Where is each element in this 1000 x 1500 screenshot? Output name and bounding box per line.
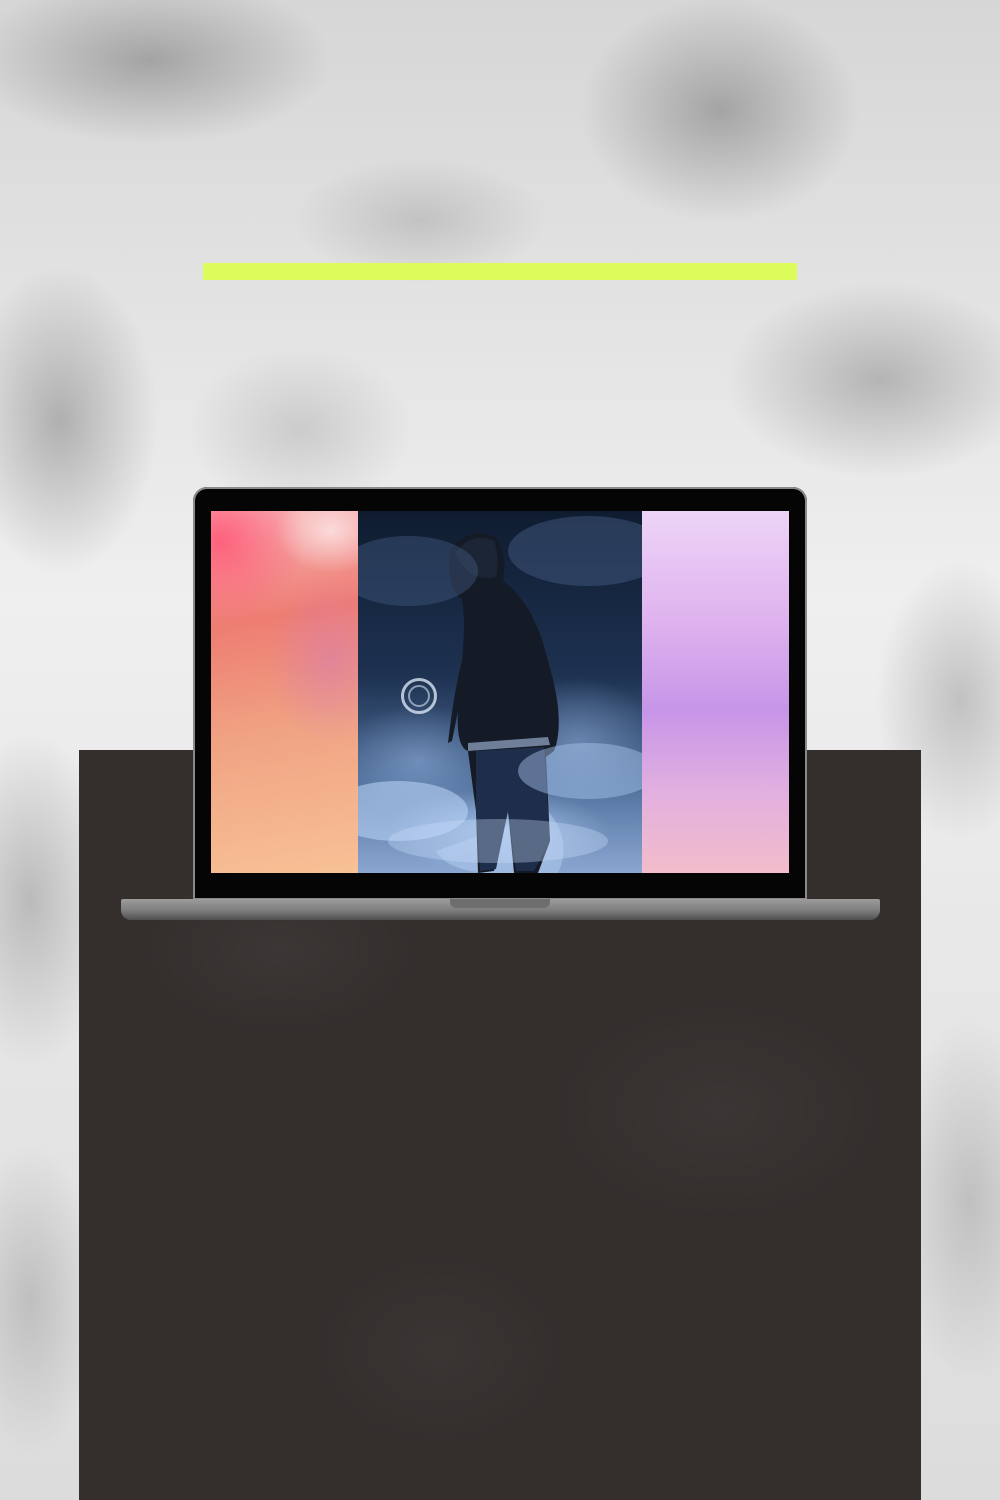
laptop-screen [211, 511, 789, 873]
left-gradient-panel [211, 511, 358, 873]
right-gradient-panel [642, 511, 789, 873]
hooded-figure-photo [358, 511, 642, 873]
laptop-base [121, 899, 880, 920]
ring-icon [401, 678, 437, 714]
laptop-notch [450, 899, 550, 908]
accent-bar [203, 263, 797, 280]
